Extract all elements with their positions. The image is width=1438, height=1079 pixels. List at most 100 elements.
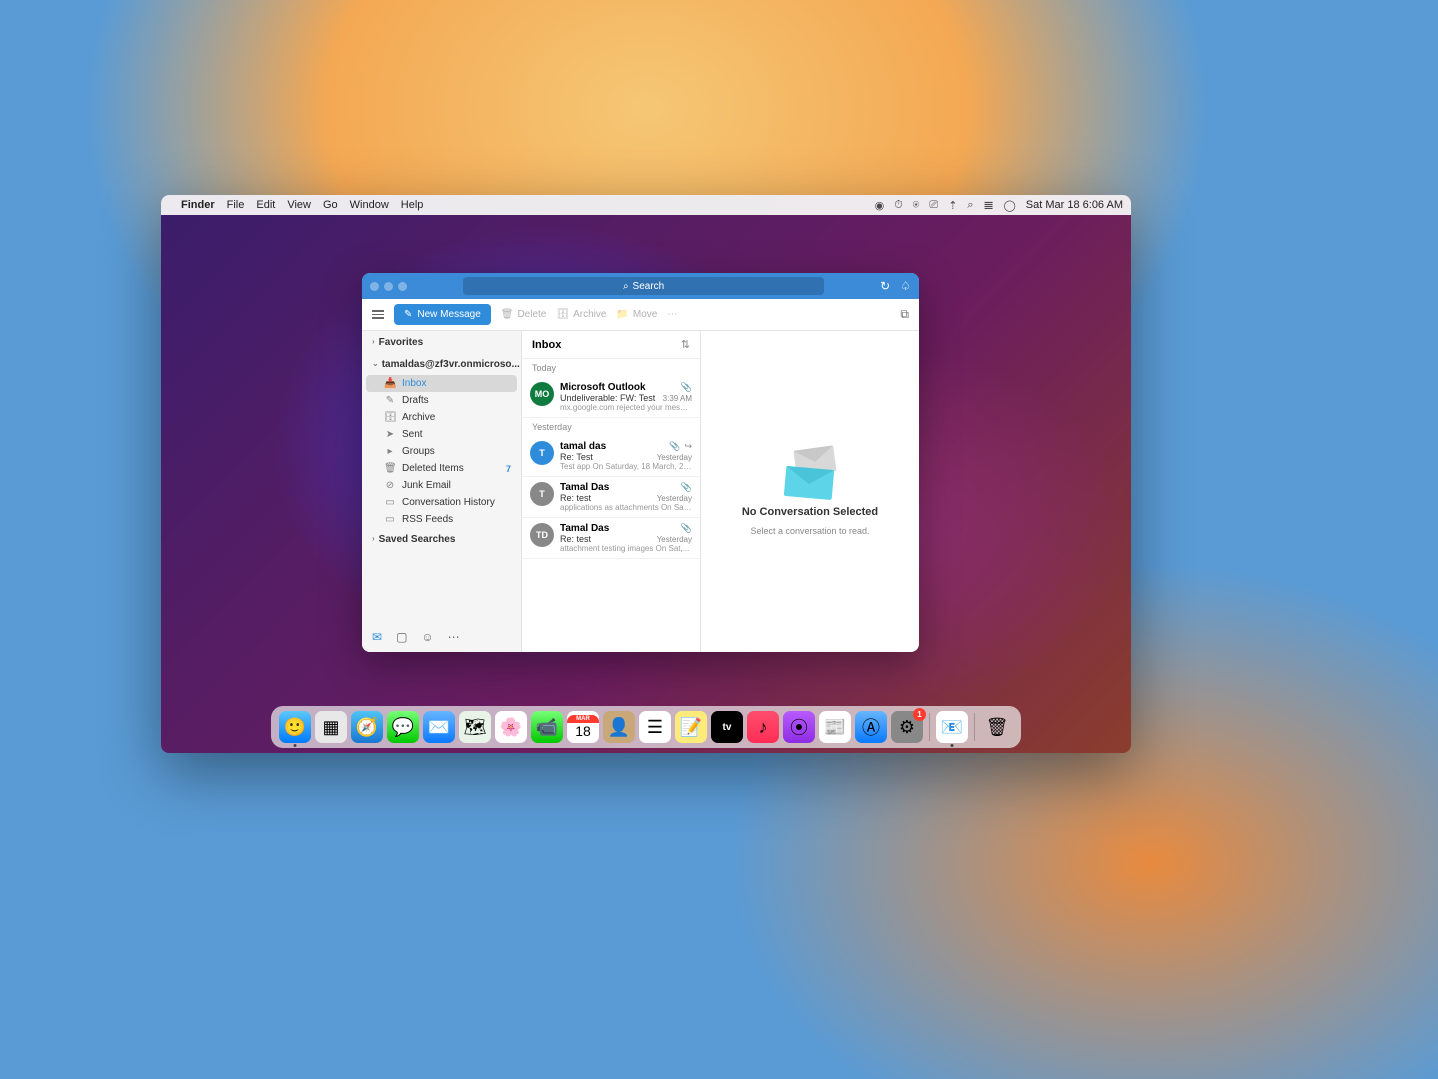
sidebar-item-rss-feeds[interactable]: ▭RSS Feeds [362, 511, 521, 528]
dock-contacts[interactable]: 👤 [603, 711, 635, 743]
sync-icon[interactable]: ↻ [880, 279, 890, 293]
dock-calendar[interactable]: MAR18 [567, 711, 599, 743]
sidebar-item-sent[interactable]: ➤Sent [362, 426, 521, 443]
sidebar-item-conversation-history[interactable]: ▭Conversation History [362, 494, 521, 511]
dock-settings[interactable]: ⚙1 [891, 711, 923, 743]
dock-trash[interactable]: 🗑 [981, 711, 1013, 743]
menubar-app[interactable]: Finder [181, 199, 215, 211]
preview: Test app On Saturday, 18 March, 20... [560, 462, 692, 471]
sidebar-item-junk-email[interactable]: ⊘Junk Email [362, 477, 521, 494]
archive-icon: 🗄 [556, 309, 569, 320]
menubar: Finder File Edit View Go Window Help ◉ ⏱… [161, 195, 1131, 215]
filter-icon[interactable]: ⇅ [681, 338, 690, 351]
dock-appstore[interactable]: Ⓐ [855, 711, 887, 743]
message-item[interactable]: T Tamal Das📎 Re: testYesterday applicati… [522, 477, 700, 518]
chevron-right-icon: › [372, 337, 375, 348]
message-list: Inbox ⇅ Today MO Microsoft Outlook📎 Unde… [521, 331, 701, 652]
siri-icon[interactable]: ◯ [1003, 199, 1015, 212]
dock-tv[interactable]: tv [711, 711, 743, 743]
dock-launchpad[interactable]: ▦ [315, 711, 347, 743]
sidebar-account[interactable]: ⌄tamaldas@zf3vr.onmicroso... [362, 354, 521, 375]
dock-reminders[interactable]: ☰ [639, 711, 671, 743]
time: Yesterday [657, 494, 692, 503]
panel-toggle-icon[interactable]: ⧉ [900, 307, 909, 322]
dock-outlook[interactable]: 📧 [936, 711, 968, 743]
avatar: T [530, 482, 554, 506]
sidebar-item-drafts[interactable]: ✎Drafts [362, 392, 521, 409]
message-item[interactable]: TD Tamal Das📎 Re: testYesterday attachme… [522, 518, 700, 559]
record-icon[interactable]: ◉ [875, 199, 885, 212]
compose-icon: ✎ [404, 309, 412, 320]
subject: Undeliverable: FW: Test [560, 393, 663, 403]
sender: tamal das [560, 441, 669, 452]
sidebar-item-groups[interactable]: ▸Groups [362, 443, 521, 460]
dock-facetime[interactable]: 📹 [531, 711, 563, 743]
menubar-datetime[interactable]: Sat Mar 18 6:06 AM [1026, 199, 1123, 211]
dock-notes[interactable]: 📝 [675, 711, 707, 743]
avatar: TD [530, 523, 554, 547]
avatar: T [530, 441, 554, 465]
msglist-title: Inbox [532, 339, 561, 351]
preview: attachment testing images On Sat,... [560, 544, 692, 553]
dock-maps[interactable]: 🗺 [459, 711, 491, 743]
dock-news[interactable]: 📰 [819, 711, 851, 743]
display-icon[interactable]: ⎚ [929, 199, 938, 212]
outlook-toolbar: ✎ New Message 🗑Delete 🗄Archive 📁Move ⋯ ⧉ [362, 299, 919, 331]
calendar-tab-icon[interactable]: ▢ [396, 630, 407, 644]
dock-mail[interactable]: ✉️ [423, 711, 455, 743]
reading-pane: No Conversation Selected Select a conver… [701, 331, 919, 652]
msglist-group-header: Yesterday [522, 418, 700, 436]
archive-button[interactable]: 🗄Archive [556, 309, 606, 320]
sidebar-favorites[interactable]: ›Favorites [362, 331, 521, 354]
clock-icon[interactable]: ⏱ [894, 199, 903, 212]
msglist-group-header: Today [522, 359, 700, 377]
menubar-window[interactable]: Window [350, 199, 389, 211]
outlook-titlebar: ⌕ Search ↻ ♤ [362, 273, 919, 299]
subject: Re: test [560, 493, 657, 503]
message-item[interactable]: MO Microsoft Outlook📎 Undeliverable: FW:… [522, 377, 700, 418]
sidebar-item-deleted-items[interactable]: 🗑Deleted Items7 [362, 460, 521, 477]
delete-button[interactable]: 🗑Delete [501, 309, 547, 320]
dock-finder[interactable]: 🙂 [279, 711, 311, 743]
more-button[interactable]: ⋯ [667, 309, 677, 320]
attachment-icon: 📎 [681, 523, 692, 534]
time: 3:39 AM [663, 394, 692, 403]
time: Yesterday [657, 535, 692, 544]
maximize-button[interactable] [398, 282, 407, 291]
outlook-window: ⌕ Search ↻ ♤ ✎ New Message 🗑Delete 🗄Arch… [362, 273, 919, 652]
notification-icon[interactable]: ♤ [900, 279, 911, 293]
spotlight-icon[interactable]: ⌕ [967, 199, 973, 212]
folder-icon: ▭ [384, 497, 396, 508]
new-message-button[interactable]: ✎ New Message [394, 304, 491, 325]
more-tab-icon[interactable]: ⋯ [448, 630, 460, 644]
mail-tab-icon[interactable]: ✉ [372, 630, 382, 644]
menubar-file[interactable]: File [227, 199, 245, 211]
folder-icon: 📥 [384, 378, 396, 389]
menubar-help[interactable]: Help [401, 199, 424, 211]
dock-safari[interactable]: 🧭 [351, 711, 383, 743]
move-button[interactable]: 📁Move [616, 309, 657, 320]
chevron-down-icon: ⌄ [372, 359, 379, 370]
menubar-view[interactable]: View [287, 199, 311, 211]
sender: Microsoft Outlook [560, 382, 681, 393]
hamburger-icon[interactable] [372, 310, 384, 319]
bluetooth-icon[interactable]: ⇡ [948, 199, 957, 212]
dock-podcasts[interactable]: ⦿ [783, 711, 815, 743]
search-input[interactable]: ⌕ Search [463, 277, 824, 295]
dock-music[interactable]: ♪ [747, 711, 779, 743]
close-button[interactable] [370, 282, 379, 291]
menubar-go[interactable]: Go [323, 199, 338, 211]
sidebar-saved-searches[interactable]: ›Saved Searches [362, 528, 521, 551]
control-center-icon[interactable]: 𝌆 [984, 199, 994, 212]
sidebar-item-inbox[interactable]: 📥Inbox [366, 375, 517, 392]
sidebar-item-archive[interactable]: 🗄Archive [362, 409, 521, 426]
minimize-button[interactable] [384, 282, 393, 291]
message-item[interactable]: T tamal das📎↪ Re: TestYesterday Test app… [522, 436, 700, 477]
dock-photos[interactable]: 🌸 [495, 711, 527, 743]
reading-subtitle: Select a conversation to read. [750, 526, 869, 536]
user-icon[interactable]: ⍟ [913, 199, 920, 212]
dock-messages[interactable]: 💬 [387, 711, 419, 743]
people-tab-icon[interactable]: ☺ [421, 630, 433, 644]
forward-icon: ↪ [684, 441, 692, 452]
menubar-edit[interactable]: Edit [256, 199, 275, 211]
